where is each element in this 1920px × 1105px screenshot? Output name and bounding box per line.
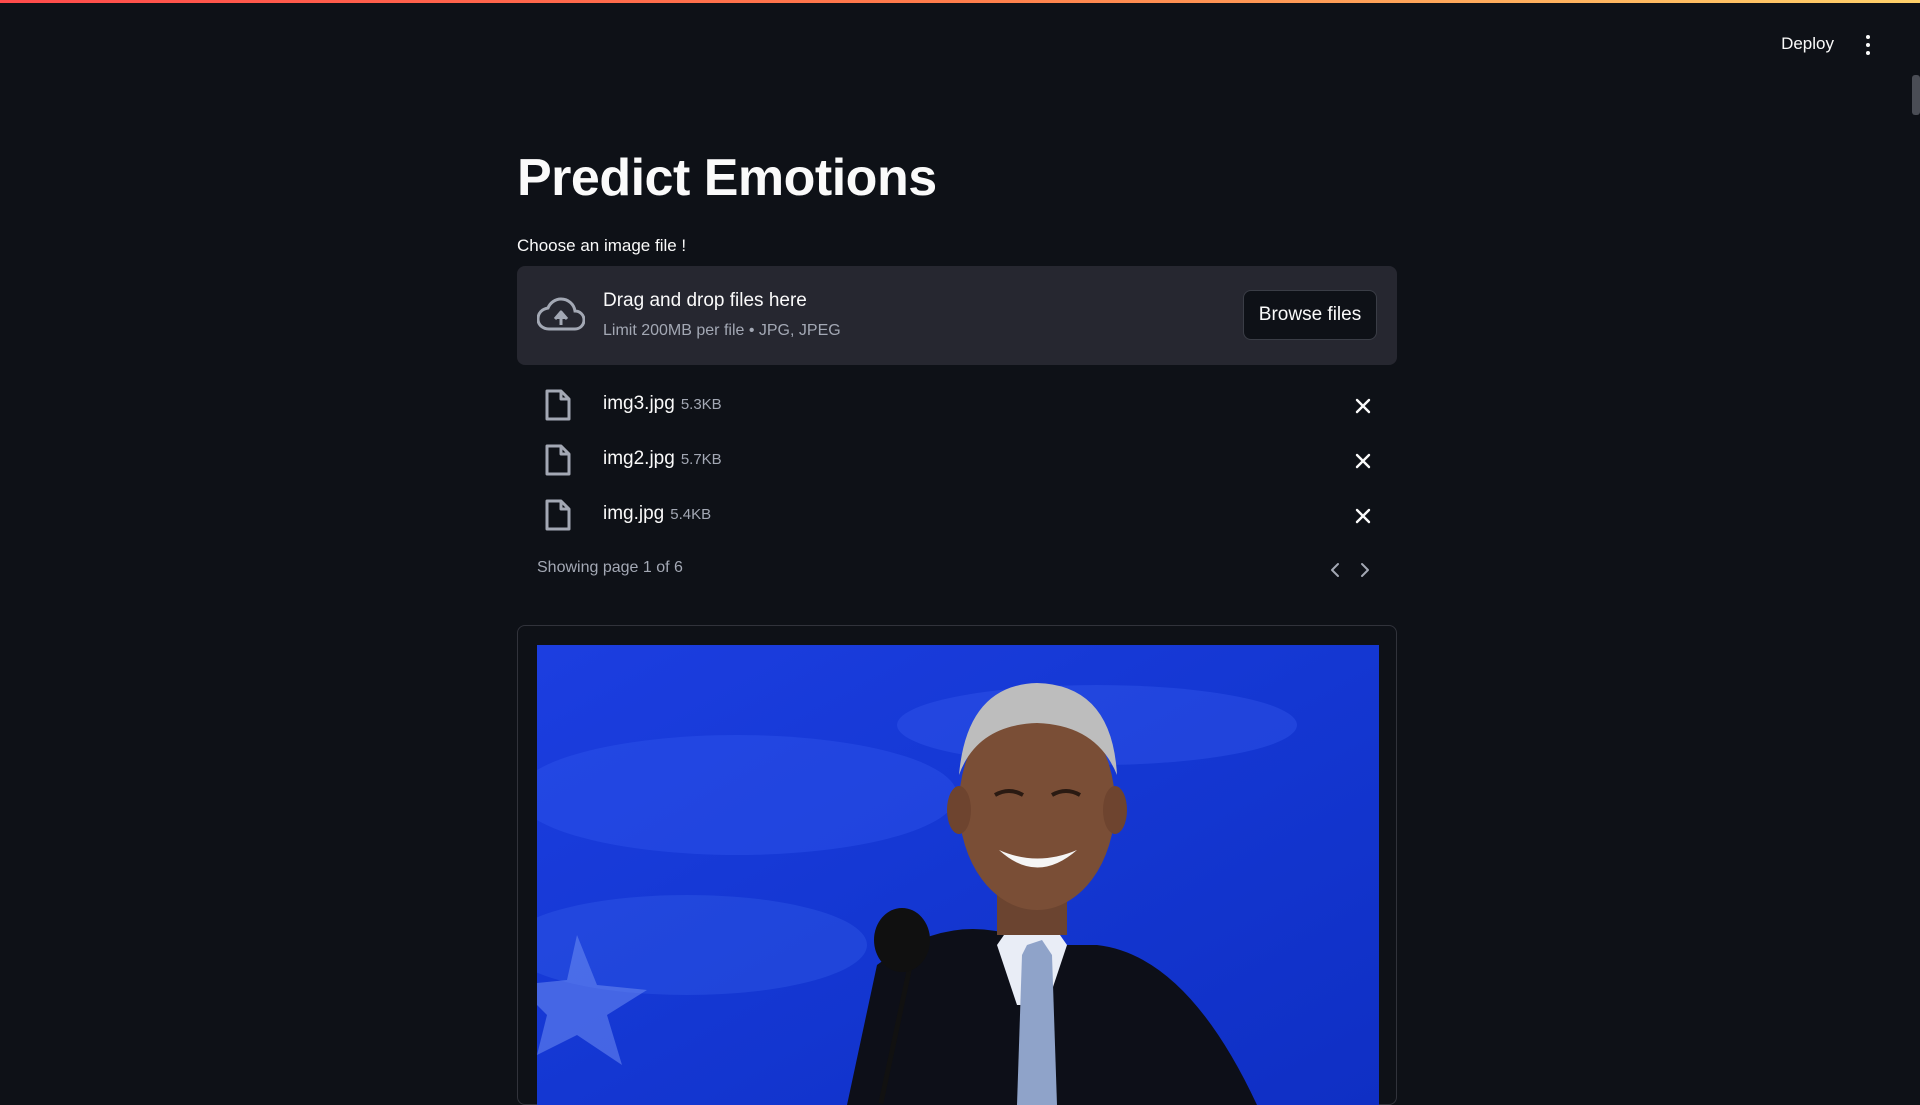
app-header: Deploy (0, 0, 1920, 90)
file-icon (545, 444, 571, 476)
dropzone-limit-text: Limit 200MB per file • JPG, JPEG (603, 322, 841, 339)
file-name: img.jpg 5.4KB (603, 503, 711, 525)
chevron-left-icon (1331, 563, 1339, 577)
file-size: 5.7KB (680, 451, 722, 468)
list-item: img3.jpg 5.3KB (517, 379, 1397, 434)
next-page-button[interactable] (1353, 557, 1377, 583)
file-size: 5.3KB (680, 396, 722, 413)
file-icon (545, 389, 571, 421)
kebab-dot (1866, 35, 1870, 39)
page-title: Predict Emotions (517, 149, 937, 207)
uploaded-photo (537, 645, 1379, 1105)
close-icon (1355, 398, 1371, 414)
pagination: Showing page 1 of 6 (537, 555, 1377, 585)
deploy-button[interactable]: Deploy (1775, 30, 1840, 58)
kebab-menu-icon[interactable] (1858, 30, 1878, 60)
remove-file-button[interactable] (1349, 392, 1377, 420)
close-icon (1355, 453, 1371, 469)
dropzone-title: Drag and drop files here (603, 290, 807, 311)
remove-file-button[interactable] (1349, 447, 1377, 475)
file-name: img2.jpg 5.7KB (603, 448, 722, 470)
file-name: img3.jpg 5.3KB (603, 393, 722, 415)
uploader-label: Choose an image file ! (517, 236, 687, 255)
pagination-text: Showing page 1 of 6 (537, 559, 683, 576)
previous-page-button[interactable] (1323, 557, 1347, 583)
file-dropzone[interactable]: Drag and drop files here Limit 200MB per… (517, 266, 1397, 365)
close-icon (1355, 508, 1371, 524)
cloud-upload-icon (536, 294, 586, 334)
kebab-dot (1866, 43, 1870, 47)
image-preview-card (517, 625, 1397, 1105)
file-size: 5.4KB (670, 506, 712, 523)
chevron-right-icon (1361, 563, 1369, 577)
browse-files-button[interactable]: Browse files (1243, 290, 1377, 340)
file-icon (545, 499, 571, 531)
list-item: img.jpg 5.4KB (517, 489, 1397, 544)
scrollbar-thumb[interactable] (1912, 75, 1920, 115)
list-item: img2.jpg 5.7KB (517, 434, 1397, 489)
file-name-text: img2.jpg (603, 448, 675, 469)
file-name-text: img.jpg (603, 503, 665, 524)
file-name-text: img3.jpg (603, 393, 675, 414)
kebab-dot (1866, 51, 1870, 55)
remove-file-button[interactable] (1349, 502, 1377, 530)
uploaded-file-list: img3.jpg 5.3KB img2.jpg 5.7KB img.jpg 5.… (517, 379, 1397, 544)
